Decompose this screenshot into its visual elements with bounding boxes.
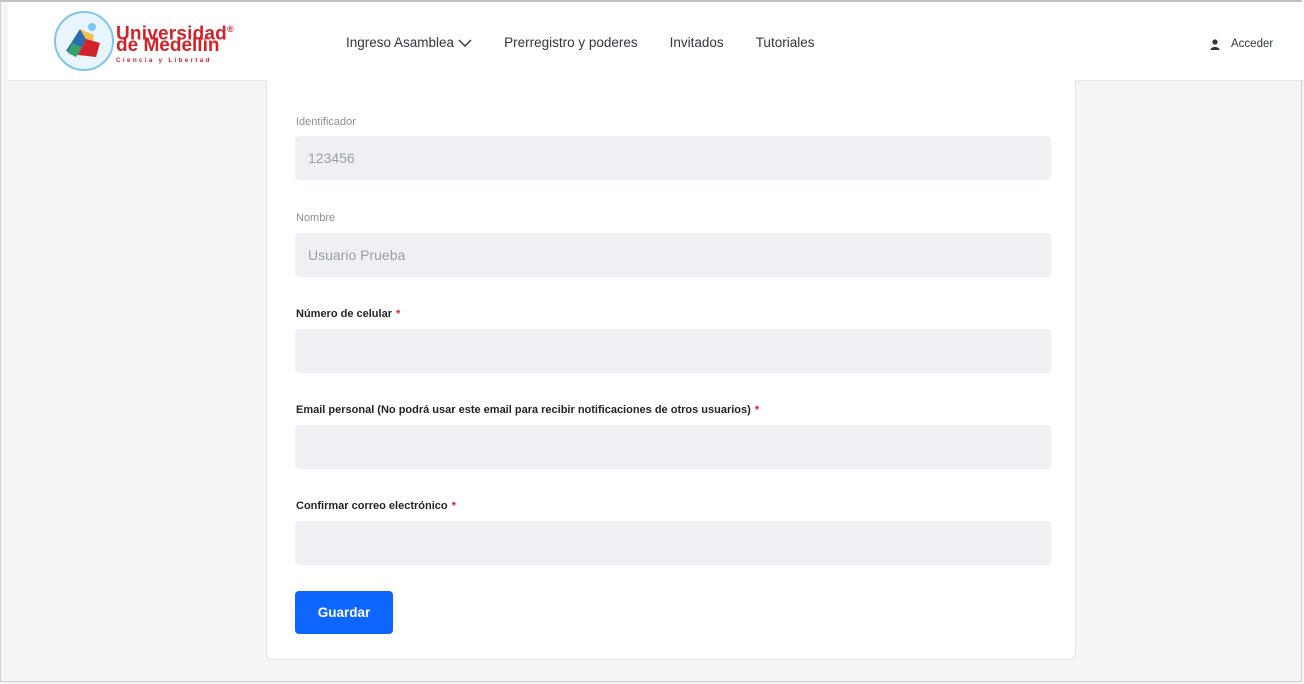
confirm-email-label: Confirmar correo electrónico *	[296, 500, 456, 512]
nav-item-label: Prerregistro y poderes	[504, 35, 638, 50]
email-field[interactable]	[295, 425, 1051, 469]
nav-invitados[interactable]: Invitados	[670, 35, 724, 50]
required-marker: *	[754, 404, 760, 416]
required-marker: *	[451, 500, 456, 512]
required-marker: *	[395, 308, 401, 320]
celular-label: Número de celular *	[296, 308, 401, 320]
nombre-field[interactable]	[295, 233, 1051, 277]
top-navbar: Universidad® de Medellín Ciencia y Liber…	[8, 2, 1304, 81]
chevron-down-icon	[458, 39, 472, 47]
confirm-email-field[interactable]	[295, 521, 1051, 565]
nombre-label: Nombre	[296, 212, 336, 224]
guardar-button[interactable]: Guardar	[295, 591, 393, 634]
nav-item-label: Tutoriales	[755, 35, 815, 50]
brand-name-line2: de Medellín	[116, 35, 220, 56]
nav-ingreso-asamblea[interactable]: Ingreso Asamblea	[346, 35, 472, 50]
brand-tagline: Ciencia y Libertad	[116, 57, 212, 64]
nav-tutoriales[interactable]: Tutoriales	[756, 35, 815, 50]
nav-prerregistro[interactable]: Prerregistro y poderes	[504, 35, 638, 50]
user-icon	[1210, 38, 1220, 50]
nav-item-label: Ingreso Asamblea	[346, 35, 455, 50]
identificador-field[interactable]	[295, 136, 1051, 180]
login-label: Acceder	[1231, 38, 1274, 50]
email-label: Email personal (No podrá usar este email…	[296, 404, 760, 416]
identificador-label: Identificador	[296, 116, 356, 128]
university-emblem-icon	[54, 11, 114, 71]
celular-field[interactable]	[295, 329, 1051, 373]
university-logo[interactable]: Universidad® de Medellín Ciencia y Liber…	[54, 11, 264, 75]
nav-item-label: Invitados	[669, 35, 724, 50]
login-link[interactable]: Acceder	[1210, 38, 1273, 50]
main-menu: Ingreso Asamblea Prerregistro y poderes …	[346, 35, 814, 50]
